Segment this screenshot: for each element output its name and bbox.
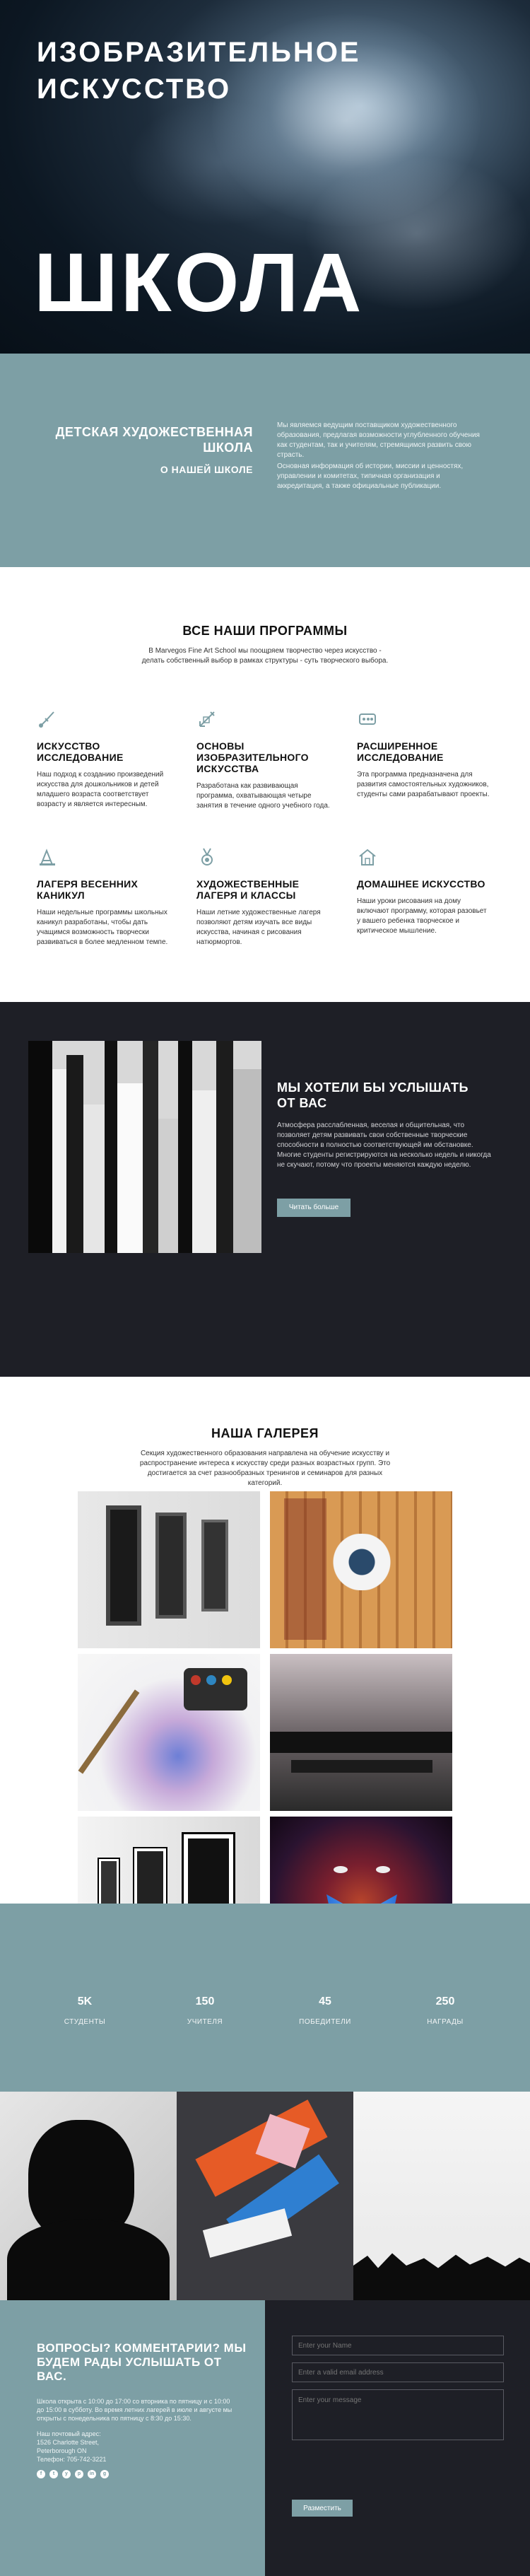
program-title: ОСНОВЫ ИЗОБРАЗИТЕЛЬНОГО ИСКУССТВА xyxy=(196,740,309,774)
program-card: ОСНОВЫ ИЗОБРАЗИТЕЛЬНОГО ИСКУССТВА Разраб… xyxy=(196,709,331,811)
gallery-image[interactable] xyxy=(270,1817,452,1904)
contact-info: Школа открыта с 10:00 до 17:00 со вторни… xyxy=(37,2397,235,2464)
painting-photo xyxy=(177,2092,353,2300)
programs-subtitle: В Marvegos Fine Art School мы поощряем т… xyxy=(141,647,389,665)
gallery-image[interactable] xyxy=(78,1817,260,1904)
read-more-button[interactable]: Читать больше xyxy=(277,1199,351,1217)
twitter-icon[interactable]: t xyxy=(49,2470,58,2478)
gallery-title: НАША ГАЛЕРЕЯ xyxy=(211,1426,319,1440)
program-text: Наш подход к созданию произведений искус… xyxy=(37,771,164,808)
programs-section: ВСЕ НАШИ ПРОГРАММЫ В Marvegos Fine Art S… xyxy=(0,567,530,1002)
brush-icon xyxy=(39,711,54,728)
program-card: ХУДОЖЕСТВЕННЫЕ ЛАГЕРЯ И КЛАССЫ Наши летн… xyxy=(196,846,331,948)
feedback-section: МЫ ХОТЕЛИ БЫ УСЛЫШАТЬ ОТ ВАС Атмосфера р… xyxy=(0,1002,530,1904)
pinterest-icon[interactable]: p xyxy=(75,2470,83,2478)
program-card: ИСКУССТВО ИССЛЕДОВАНИЕ Наш подход к созд… xyxy=(37,709,171,810)
contact-hours: Школа открыта с 10:00 до 17:00 со вторни… xyxy=(37,2398,232,2422)
stat-label: СТУДЕНТЫ xyxy=(64,2018,106,2026)
stat-label: УЧИТЕЛЯ xyxy=(187,2018,223,2026)
about-paragraph: Основная информация об истории, миссии и… xyxy=(277,462,464,490)
feedback-title: МЫ ХОТЕЛИ БЫ УСЛЫШАТЬ ОТ ВАС xyxy=(277,1080,469,1110)
stat-number: 45 xyxy=(319,1995,331,2007)
stat-number: 250 xyxy=(435,1995,455,2007)
program-title: РАСШИРЕННОЕ ИССЛЕДОВАНИЕ xyxy=(357,740,444,763)
hero-section: ИЗОБРАЗИТЕЛЬНОЕ ИСКУССТВО ШКОЛА xyxy=(0,0,530,354)
program-text: Разработана как развивающая программа, о… xyxy=(196,782,330,810)
dribbble-icon[interactable]: g xyxy=(100,2470,109,2478)
gallery-image[interactable] xyxy=(270,1491,452,1648)
house-icon xyxy=(359,849,376,866)
gallery-image[interactable] xyxy=(78,1654,260,1811)
hero-big-title: ШКОЛА xyxy=(34,236,365,330)
feedback-text: Атмосфера расслабленная, веселая и общит… xyxy=(277,1121,491,1169)
program-title: ДОМАШНЕЕ ИСКУССТВО xyxy=(357,878,485,890)
about-heading: ДЕТСКАЯ ХУДОЖЕСТВЕННАЯ ШКОЛА xyxy=(55,425,253,455)
palette-icon xyxy=(359,713,376,725)
program-title: ХУДОЖЕСТВЕННЫЕ ЛАГЕРЯ И КЛАССЫ xyxy=(196,878,300,901)
program-card: ЛАГЕРЯ ВЕСЕННИХ КАНИКУЛ Наши недельные п… xyxy=(37,846,171,948)
email-field[interactable] xyxy=(292,2362,504,2382)
contact-title: ВОПРОСЫ? КОММЕНТАРИИ? МЫ БУДЕМ РАДЫ УСЛЫ… xyxy=(37,2341,247,2383)
about-subheading: О НАШЕЙ ШКОЛЕ xyxy=(160,464,253,475)
stat-number: 5K xyxy=(77,1995,93,2007)
about-section: ДЕТСКАЯ ХУДОЖЕСТВЕННАЯ ШКОЛА О НАШЕЙ ШКО… xyxy=(0,354,530,567)
stat-label: НАГРАДЫ xyxy=(427,2018,464,2026)
program-text: Наши летние художественные лагеря позвол… xyxy=(196,909,321,946)
program-card: ДОМАШНЕЕ ИСКУССТВО Наши уроки рисования … xyxy=(357,846,491,936)
stat-label: ПОБЕДИТЕЛИ xyxy=(299,2018,351,2026)
program-text: Наши уроки рисования на дому включают пр… xyxy=(357,897,487,935)
gallery-image[interactable] xyxy=(78,1491,260,1648)
facebook-icon[interactable]: f xyxy=(37,2470,45,2478)
gallery-subtitle: Секция художественного образования напра… xyxy=(139,1450,391,1487)
program-title: ЛАГЕРЯ ВЕСЕННИХ КАНИКУЛ xyxy=(37,878,139,901)
hero-smoke-art xyxy=(127,99,311,226)
contact-address-label: Наш почтовый адрес: xyxy=(37,2430,101,2437)
stat-item: 150 УЧИТЕЛЯ xyxy=(163,1995,247,2026)
youtube-icon[interactable]: y xyxy=(62,2470,71,2478)
gallery-image[interactable] xyxy=(270,1654,452,1811)
program-text: Наши недельные программы школьных канику… xyxy=(37,909,168,946)
stat-number: 150 xyxy=(195,1995,215,2007)
books-photo xyxy=(28,1041,261,1253)
programs-title: ВСЕ НАШИ ПРОГРАММЫ xyxy=(182,624,348,638)
program-card: РАСШИРЕННОЕ ИССЛЕДОВАНИЕ Эта программа п… xyxy=(357,709,491,800)
submit-button[interactable]: Разместить xyxy=(292,2500,353,2517)
stats-section: 5K СТУДЕНТЫ 150 УЧИТЕЛЯ 45 ПОБЕДИТЕЛИ 25… xyxy=(0,1904,530,2092)
name-field[interactable] xyxy=(292,2336,504,2355)
stat-item: 250 НАГРАДЫ xyxy=(403,1995,488,2026)
contact-section: ВОПРОСЫ? КОММЕНТАРИИ? МЫ БУДЕМ РАДЫ УСЛЫ… xyxy=(0,2300,530,2576)
easel-icon xyxy=(40,849,55,866)
stat-item: 45 ПОБЕДИТЕЛИ xyxy=(283,1995,367,2026)
landscape-photo xyxy=(353,2092,530,2300)
hero-title: ИЗОБРАЗИТЕЛЬНОЕ ИСКУССТВО xyxy=(37,37,361,105)
contact-phone: Телефон: 705-742-3221 xyxy=(37,2456,107,2463)
pencil-icon xyxy=(199,711,215,727)
about-paragraph: Мы являемся ведущим поставщиком художест… xyxy=(277,421,480,459)
photos-row xyxy=(0,2092,530,2300)
linkedin-icon[interactable]: in xyxy=(88,2470,96,2478)
portrait-photo xyxy=(0,2092,177,2300)
program-text: Эта программа предназначена для развития… xyxy=(357,771,490,798)
contact-address-line: 1526 Charlotte Street, xyxy=(37,2439,100,2446)
social-links: f t y p in g xyxy=(37,2470,109,2478)
gallery-section: НАША ГАЛЕРЕЯ Секция художественного обра… xyxy=(0,1426,530,1904)
program-title: ИСКУССТВО ИССЛЕДОВАНИЕ xyxy=(37,740,124,763)
medal-icon xyxy=(201,848,213,866)
message-field[interactable] xyxy=(292,2389,504,2440)
stat-item: 5K СТУДЕНТЫ xyxy=(42,1995,127,2026)
about-text: Мы являемся ведущим поставщиком художест… xyxy=(277,421,482,493)
about-headings: ДЕТСКАЯ ХУДОЖЕСТВЕННАЯ ШКОЛА О НАШЕЙ ШКО… xyxy=(55,424,253,475)
contact-address-line: Peterborough ON xyxy=(37,2447,87,2454)
